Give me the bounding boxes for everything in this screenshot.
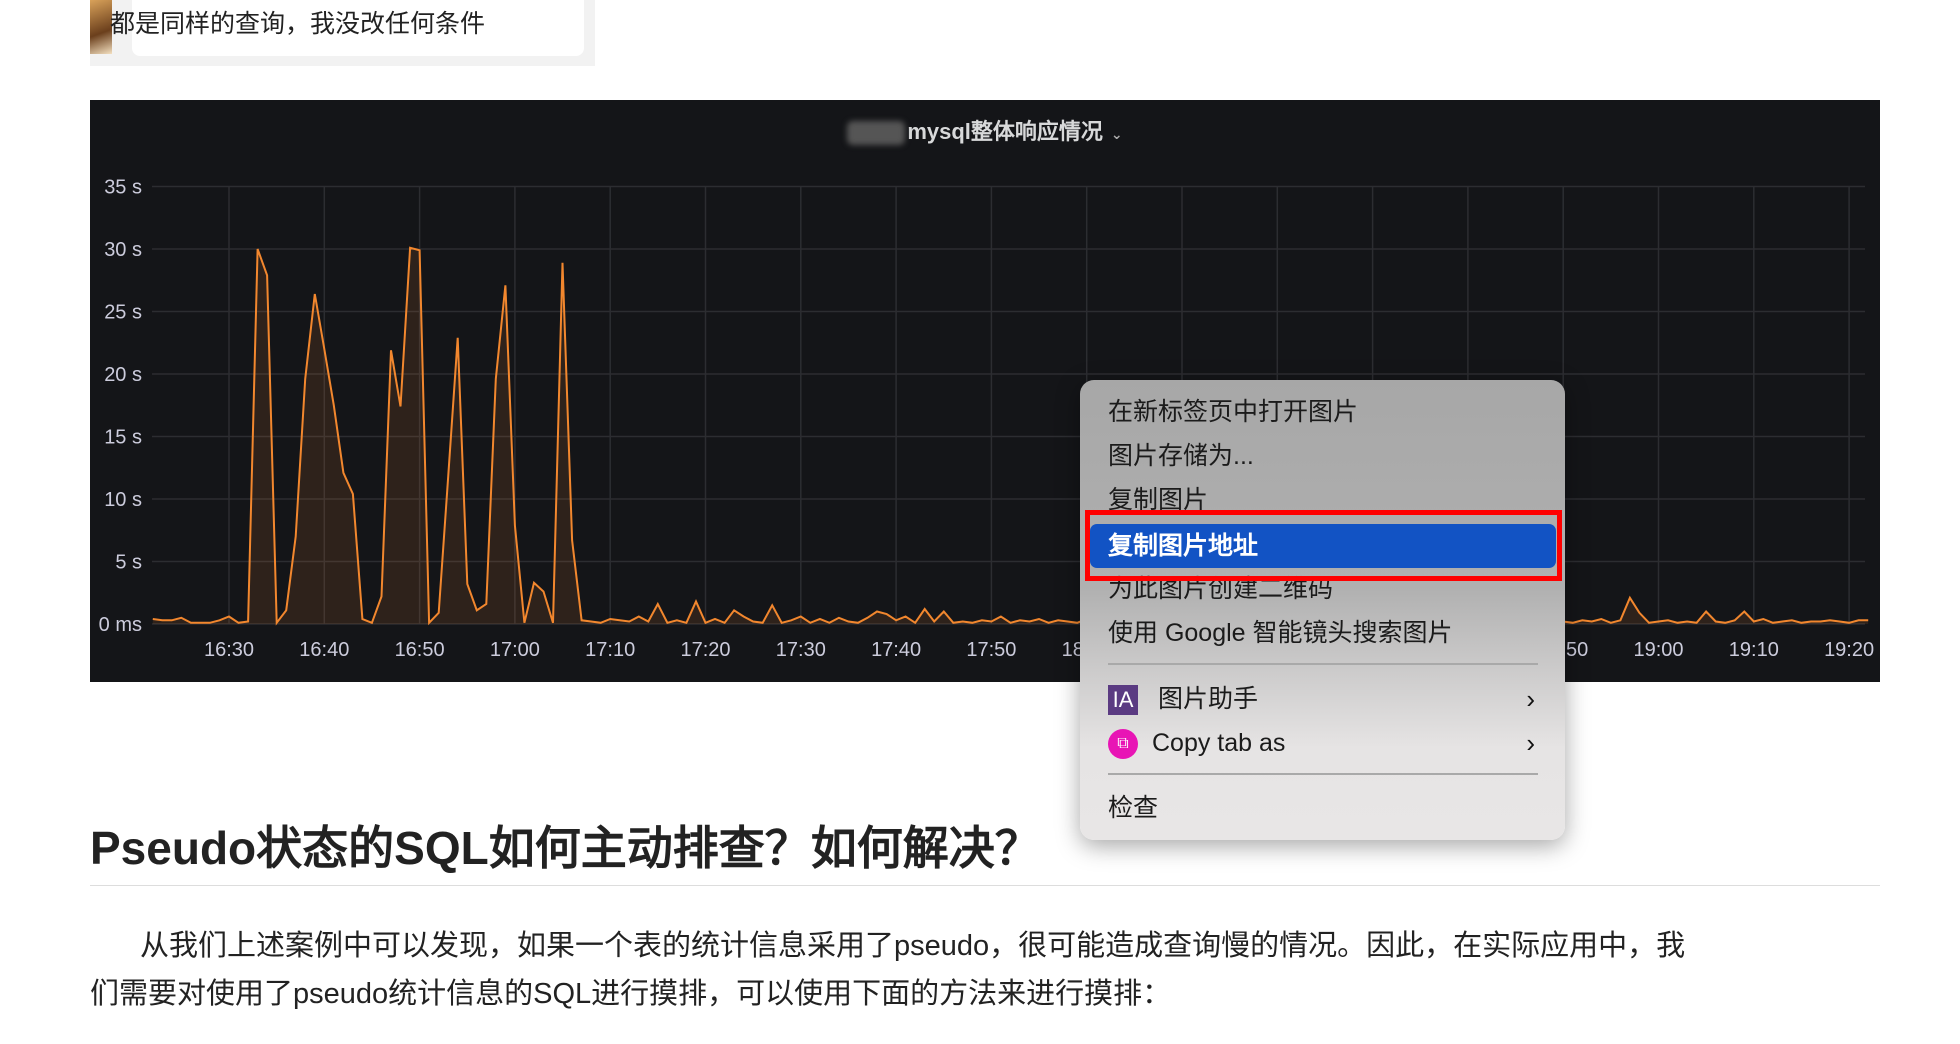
response-time-chart: 0 ms 5 s 10 s 15 s 20 s 25 s 30 s 35 s 16:30 16:4…	[99, 177, 1874, 662]
chat-message-text: 都是同样的查询，我没改任何条件	[110, 10, 486, 38]
y-tick-label: 5 s	[115, 552, 142, 574]
copy-tab-icon: ⧉	[1108, 729, 1138, 760]
menu-item-inspect[interactable]: 检查	[1080, 786, 1565, 830]
y-tick-label: 15 s	[104, 427, 142, 449]
y-tick-label: 10 s	[104, 489, 142, 511]
y-tick-label: 20 s	[104, 364, 142, 386]
image-assistant-icon: IA	[1108, 685, 1138, 716]
menu-separator	[1108, 663, 1538, 665]
redacted-block	[847, 121, 906, 146]
menu-item-image-assistant[interactable]: IA 图片助手 ›	[1080, 677, 1565, 721]
heading-divider	[90, 885, 1880, 886]
x-tick-label: 17:40	[871, 639, 921, 661]
chart-panel[interactable]: 0 ms 5 s 10 s 15 s 20 s 25 s 30 s 35 s 16:30 16:4…	[90, 100, 1880, 682]
menu-separator	[1108, 773, 1538, 775]
x-tick-label: 16:30	[204, 639, 254, 661]
menu-item-label: Copy tab as	[1152, 729, 1286, 757]
menu-item-google-lens-search[interactable]: 使用 Google 智能镜头搜索图片	[1080, 611, 1565, 655]
x-tick-label: 16:50	[395, 639, 445, 661]
y-tick-label: 25 s	[104, 302, 142, 324]
chevron-right-icon: ›	[1526, 684, 1535, 714]
y-tick-label: 0 ms	[99, 614, 142, 636]
paragraph-line-2: 们需要对使用了pseudo统计信息的SQL进行摸排，可以使用下面的方法来进行摸排…	[90, 978, 1172, 1010]
section-heading: Pseudo状态的SQL如何主动排查？如何解决？	[90, 822, 1041, 874]
menu-item-save-image-as[interactable]: 图片存储为...	[1080, 434, 1565, 478]
y-tick-label: 30 s	[104, 239, 142, 261]
x-tick-label: 17:50	[966, 639, 1016, 661]
x-tick-label: 17:00	[490, 639, 540, 661]
avatar	[90, 0, 112, 54]
menu-item-copy-tab-as[interactable]: ⧉ Copy tab as ›	[1080, 721, 1565, 765]
chevron-right-icon: ›	[1526, 728, 1535, 758]
menu-item-label: 图片助手	[1158, 685, 1259, 713]
context-menu: 在新标签页中打开图片 图片存储为... 复制图片 复制图片地址 为此图片创建二维…	[1080, 380, 1565, 840]
panel-title-text: mysql整体响应情况	[907, 119, 1103, 144]
x-tick-label: 16:40	[299, 639, 349, 661]
panel-title[interactable]: mysql整体响应情况 ⌄	[90, 114, 1880, 146]
menu-item-open-image-new-tab[interactable]: 在新标签页中打开图片	[1080, 390, 1565, 434]
y-tick-label: 35 s	[104, 177, 142, 199]
paragraph-line-1: 从我们上述案例中可以发现，如果一个表的统计信息采用了pseudo，很可能造成查询…	[140, 930, 1686, 962]
x-tick-label: 17:10	[585, 639, 635, 661]
highlight-annotation-box	[1085, 510, 1562, 581]
x-tick-label: 19:20	[1824, 639, 1874, 661]
x-tick-label: 19:10	[1729, 639, 1779, 661]
x-tick-label: 19:00	[1633, 639, 1683, 661]
chevron-down-icon[interactable]: ⌄	[1111, 126, 1123, 142]
x-tick-label: 17:30	[776, 639, 826, 661]
x-tick-label: 17:20	[680, 639, 730, 661]
